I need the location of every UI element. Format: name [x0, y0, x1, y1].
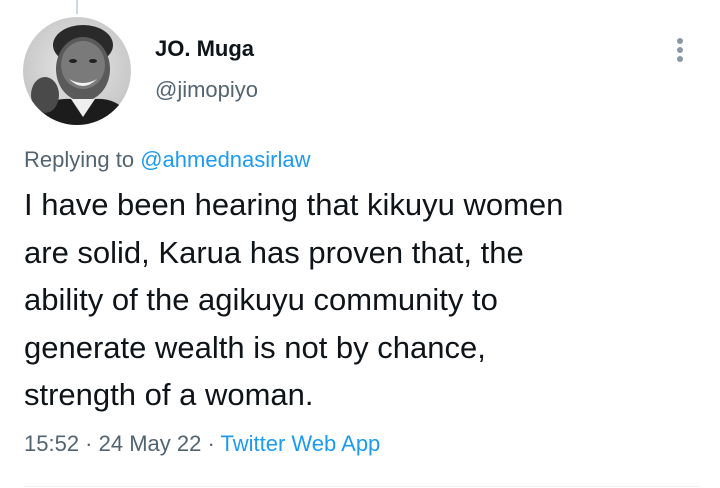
divider [24, 486, 700, 487]
author-handle[interactable]: @jimopiyo [155, 77, 258, 103]
replying-to-label: Replying to [24, 147, 135, 172]
more-options-icon[interactable] [664, 34, 696, 66]
tweet-date[interactable]: 24 May 22 [99, 431, 202, 456]
meta-separator: · [79, 431, 99, 456]
replying-to-line: Replying to @ahmednasirlaw [24, 147, 311, 173]
tweet-meta: 15:52 · 24 May 22 · Twitter Web App [24, 431, 380, 457]
thread-connector-line [76, 0, 78, 14]
tweet-text: I have been hearing that kikuyu women ar… [24, 187, 564, 412]
author-display-name[interactable]: JO. Muga [155, 36, 254, 62]
meta-separator: · [201, 431, 221, 456]
tweet-source-link[interactable]: Twitter Web App [221, 431, 381, 456]
reply-mention-link[interactable]: @ahmednasirlaw [140, 147, 310, 172]
author-avatar[interactable] [23, 17, 131, 125]
avatar-photo [23, 17, 131, 125]
tweet-time[interactable]: 15:52 [24, 431, 79, 456]
